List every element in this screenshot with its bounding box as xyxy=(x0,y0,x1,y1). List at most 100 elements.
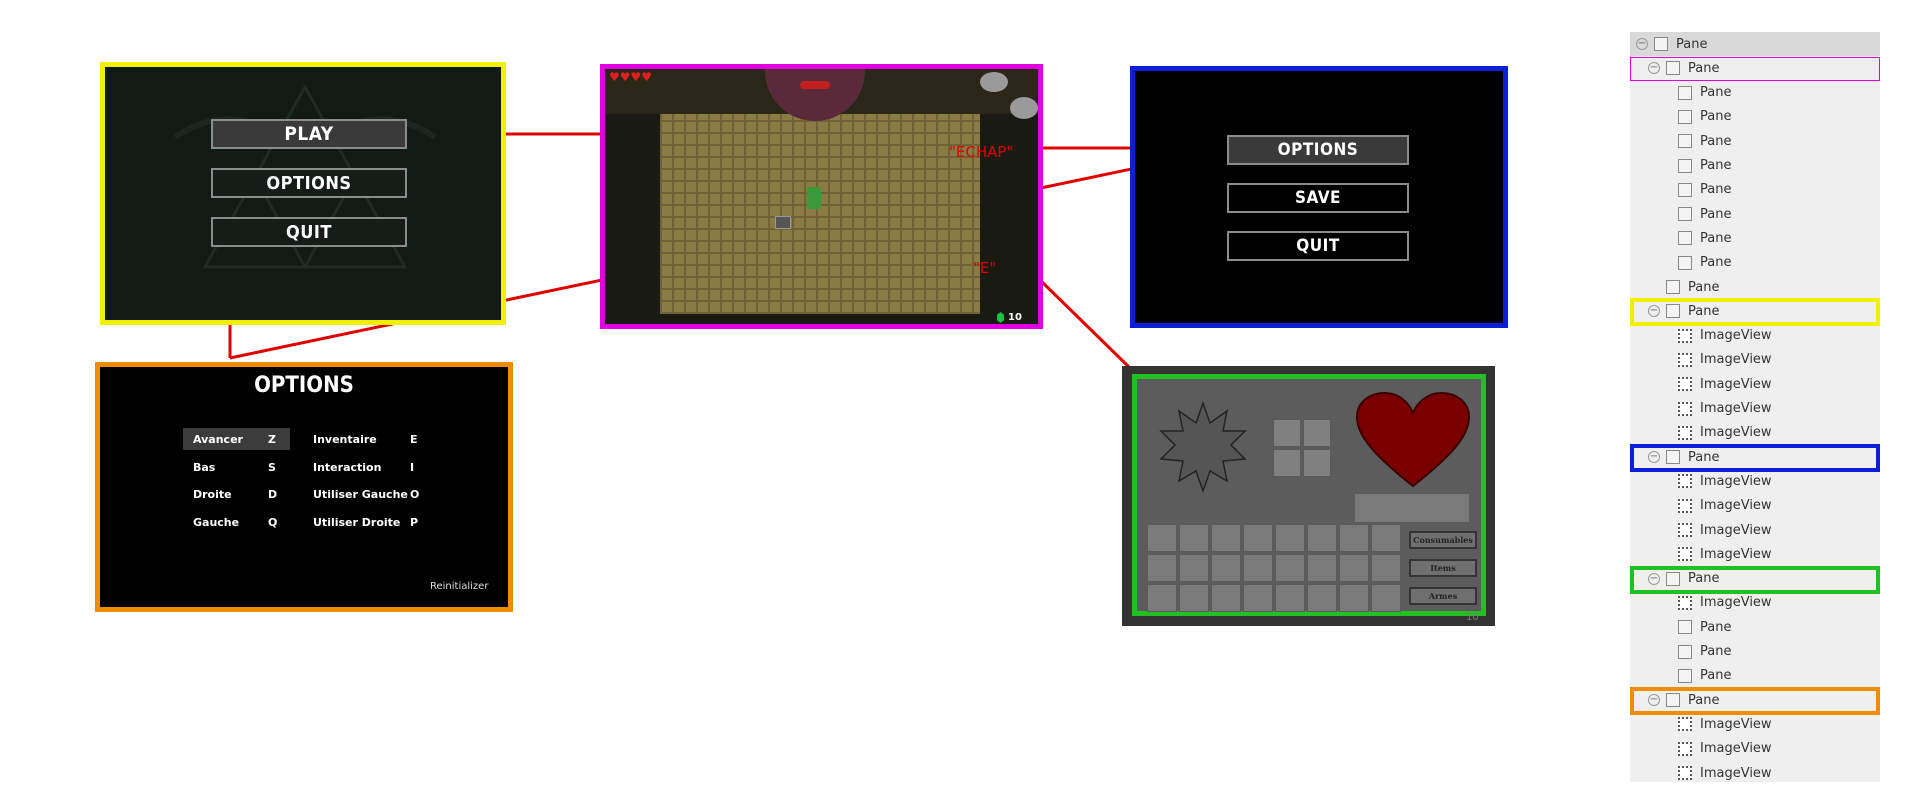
collapse-toggle-icon[interactable]: − xyxy=(1636,38,1648,50)
tree-row[interactable]: ImageView xyxy=(1630,737,1772,761)
tree-row[interactable]: Pane xyxy=(1630,251,1731,275)
reset-button[interactable]: Reinitializer xyxy=(430,581,488,592)
inventory-slot[interactable] xyxy=(1339,584,1369,612)
tree-row[interactable]: ImageView xyxy=(1630,712,1772,736)
inventory-slot[interactable] xyxy=(1371,524,1401,552)
tree-row-label: Pane xyxy=(1700,109,1732,125)
pane-icon xyxy=(1678,182,1692,197)
inventory-slot[interactable] xyxy=(1275,524,1305,552)
tree-row[interactable]: − Pane xyxy=(1630,56,1719,80)
tree-row[interactable]: Pane xyxy=(1630,202,1731,226)
inventory-slot[interactable] xyxy=(1147,524,1177,552)
tree-row[interactable]: ImageView xyxy=(1630,761,1772,782)
pause-quit-button[interactable]: QUIT xyxy=(1227,231,1409,261)
pane-icon xyxy=(1666,61,1680,76)
tree-row[interactable]: ImageView xyxy=(1630,542,1772,566)
inventory-slot[interactable] xyxy=(1147,554,1177,582)
quit-button[interactable]: QUIT xyxy=(211,217,407,247)
save-button[interactable]: SAVE xyxy=(1227,183,1409,213)
imageview-icon xyxy=(1678,425,1692,440)
tree-row[interactable]: ImageView xyxy=(1630,348,1772,372)
binding-action-utiliser-droite[interactable]: Utiliser Droite xyxy=(313,516,400,529)
tree-row[interactable]: − Pane xyxy=(1630,567,1719,591)
tree-row[interactable]: ImageView xyxy=(1630,518,1772,542)
options-button[interactable]: OPTIONS xyxy=(211,168,407,198)
binding-action-inventaire[interactable]: Inventaire xyxy=(313,433,377,446)
equip-slot-4[interactable] xyxy=(1303,449,1331,477)
imageview-icon xyxy=(1678,328,1692,343)
tree-row[interactable]: ImageView xyxy=(1630,421,1772,445)
tree-row[interactable]: Pane xyxy=(1630,664,1731,688)
tree-row[interactable]: − Pane xyxy=(1630,445,1719,469)
inventory-slot[interactable] xyxy=(1307,584,1337,612)
equip-slot-1[interactable] xyxy=(1273,419,1301,447)
binding-key-inventaire[interactable]: E xyxy=(410,433,418,446)
binding-key-utiliser-droite[interactable]: P xyxy=(410,516,418,529)
binding-key-bas[interactable]: S xyxy=(268,461,276,474)
tree-row[interactable]: ImageView xyxy=(1630,469,1772,493)
inventory-slot[interactable] xyxy=(1147,584,1177,612)
play-button[interactable]: PLAY xyxy=(211,119,407,149)
binding-key-droite[interactable]: D xyxy=(268,488,277,501)
collapse-toggle-icon[interactable]: − xyxy=(1648,572,1660,585)
inventory-slot[interactable] xyxy=(1243,524,1273,552)
binding-key-gauche[interactable]: Q xyxy=(268,516,277,529)
collapse-toggle-icon[interactable]: − xyxy=(1648,451,1660,464)
inventory-slot[interactable] xyxy=(1371,584,1401,612)
binding-key-interaction[interactable]: I xyxy=(410,461,414,474)
tree-row[interactable]: Pane xyxy=(1630,615,1731,639)
tree-row[interactable]: − Pane xyxy=(1630,688,1719,712)
inventory-slot[interactable] xyxy=(1307,524,1337,552)
tree-row[interactable]: Pane xyxy=(1630,105,1731,129)
inventory-slot[interactable] xyxy=(1211,554,1241,582)
pane-icon xyxy=(1678,109,1692,124)
tree-row[interactable]: Pane xyxy=(1630,81,1731,105)
collapse-toggle-icon[interactable]: − xyxy=(1648,305,1660,318)
inventory-slot[interactable] xyxy=(1275,554,1305,582)
tree-row[interactable]: ImageView xyxy=(1630,324,1772,348)
inventory-slot[interactable] xyxy=(1179,584,1209,612)
tree-row[interactable]: ImageView xyxy=(1630,397,1772,421)
binding-key-avancer[interactable]: Z xyxy=(268,433,276,446)
binding-action-droite[interactable]: Droite xyxy=(193,488,232,501)
boss-eyes xyxy=(800,81,830,89)
tree-row[interactable]: Pane xyxy=(1630,640,1731,664)
inventory-slot[interactable] xyxy=(1179,524,1209,552)
inventory-slot[interactable] xyxy=(1179,554,1209,582)
inventory-slot[interactable] xyxy=(1307,554,1337,582)
binding-action-interaction[interactable]: Interaction xyxy=(313,461,381,474)
tree-row[interactable]: Pane xyxy=(1630,275,1719,299)
inventory-slot[interactable] xyxy=(1211,584,1241,612)
inventory-slot[interactable] xyxy=(1243,554,1273,582)
inventory-slot[interactable] xyxy=(1339,554,1369,582)
tree-row[interactable]: − Pane xyxy=(1630,299,1719,323)
tree-row[interactable]: Pane xyxy=(1630,129,1731,153)
collapse-toggle-icon[interactable]: − xyxy=(1648,62,1660,75)
inventory-slot[interactable] xyxy=(1275,584,1305,612)
main-menu-panel: PLAY OPTIONS QUIT xyxy=(100,62,506,325)
tree-row[interactable]: Pane xyxy=(1630,154,1731,178)
tree-row[interactable]: − Pane xyxy=(1630,32,1707,56)
tree-row[interactable]: ImageView xyxy=(1630,494,1772,518)
tree-row[interactable]: ImageView xyxy=(1630,591,1772,615)
tree-row[interactable]: Pane xyxy=(1630,178,1731,202)
binding-action-utiliser-gauche[interactable]: Utiliser Gauche xyxy=(313,488,408,501)
pause-options-button[interactable]: OPTIONS xyxy=(1227,135,1409,165)
imageview-icon xyxy=(1678,717,1692,732)
inventory-slot[interactable] xyxy=(1371,554,1401,582)
collapse-toggle-icon[interactable]: − xyxy=(1648,694,1660,707)
inventory-slot[interactable] xyxy=(1243,584,1273,612)
tree-row[interactable]: Pane xyxy=(1630,226,1731,250)
inventory-slot[interactable] xyxy=(1339,524,1369,552)
tab-items[interactable]: Items xyxy=(1409,559,1477,577)
tab-consumables[interactable]: Consumables xyxy=(1409,531,1477,549)
equip-slot-3[interactable] xyxy=(1273,449,1301,477)
tree-row[interactable]: ImageView xyxy=(1630,372,1772,396)
equip-slot-2[interactable] xyxy=(1303,419,1331,447)
binding-action-bas[interactable]: Bas xyxy=(193,461,215,474)
binding-action-gauche[interactable]: Gauche xyxy=(193,516,239,529)
inventory-slot[interactable] xyxy=(1211,524,1241,552)
binding-action-avancer[interactable]: Avancer xyxy=(193,433,243,446)
binding-key-utiliser-gauche[interactable]: O xyxy=(410,488,419,501)
tab-armes[interactable]: Armes xyxy=(1409,587,1477,605)
